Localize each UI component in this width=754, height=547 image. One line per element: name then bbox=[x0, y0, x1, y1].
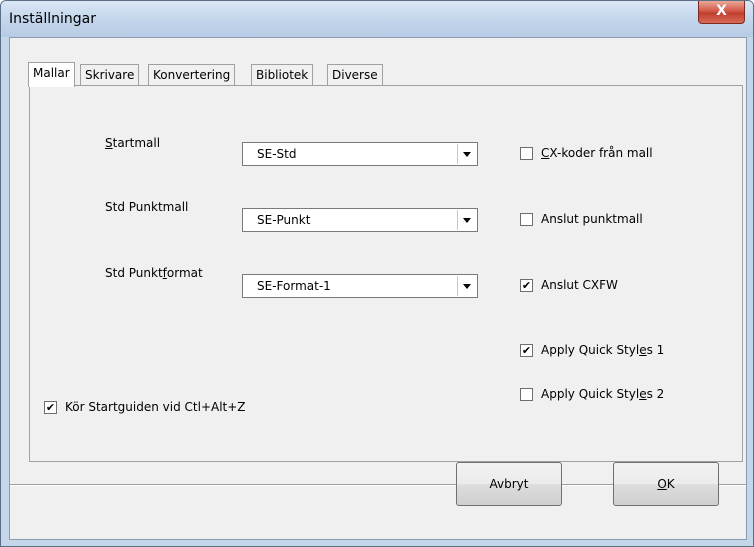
chevron-down-icon[interactable] bbox=[457, 276, 476, 296]
tab-label: Bibliotek bbox=[256, 68, 309, 82]
tab-panel-mallar: Startmall SE-Std CX-koder från mall Std … bbox=[29, 85, 743, 462]
punktmall-label: Std Punktmall bbox=[105, 200, 189, 214]
tab-label: Mallar bbox=[33, 66, 70, 80]
quick-styles-2-checkbox[interactable]: Apply Quick Styles 2 bbox=[520, 387, 664, 401]
startmall-value: SE-Std bbox=[257, 147, 297, 161]
checkbox-box[interactable] bbox=[520, 146, 533, 160]
tab-label: Skrivare bbox=[85, 68, 135, 82]
title-bar[interactable]: Inställningar X bbox=[1, 1, 753, 37]
ok-button[interactable]: OK bbox=[613, 462, 719, 506]
checkbox-box-checked[interactable]: ✔ bbox=[520, 343, 533, 357]
checkbox-box-checked[interactable]: ✔ bbox=[520, 278, 533, 292]
quick-styles-1-checkbox[interactable]: ✔ Apply Quick Styles 1 bbox=[520, 343, 664, 357]
punktformat-select[interactable]: SE-Format-1 bbox=[242, 274, 478, 298]
cancel-label: Avbryt bbox=[489, 477, 529, 491]
close-button[interactable]: X bbox=[698, 1, 745, 24]
tab-bibliotek[interactable]: Bibliotek bbox=[251, 64, 314, 85]
ok-label: OK bbox=[657, 477, 675, 491]
tab-label: Diverse bbox=[332, 68, 378, 82]
anslut-cxfw-checkbox[interactable]: ✔ Anslut CXFW bbox=[520, 278, 618, 292]
tab-diverse[interactable]: Diverse bbox=[327, 64, 383, 85]
dialog-body: Mallar Skrivare Konvertering Bibliotek D… bbox=[9, 37, 747, 540]
startguiden-checkbox[interactable]: ✔ Kör Startguiden vid Ctl+Alt+Z bbox=[44, 400, 246, 414]
punktmall-value: SE-Punkt bbox=[257, 213, 311, 227]
punktformat-label: Std Punktformat bbox=[105, 266, 203, 280]
anslut-punktmall-checkbox[interactable]: Anslut punktmall bbox=[520, 212, 643, 226]
anslut-cxfw-label: Anslut CXFW bbox=[541, 278, 618, 292]
close-icon: X bbox=[716, 3, 727, 19]
settings-dialog: Inställningar X Mallar Skrivare Konverte… bbox=[0, 0, 754, 547]
cx-koder-checkbox[interactable]: CX-koder från mall bbox=[520, 146, 653, 160]
punktmall-select[interactable]: SE-Punkt bbox=[242, 208, 478, 232]
startmall-select[interactable]: SE-Std bbox=[242, 142, 478, 166]
checkbox-box[interactable] bbox=[520, 387, 533, 401]
chevron-down-icon[interactable] bbox=[457, 210, 476, 230]
startmall-label: Startmall bbox=[105, 136, 161, 150]
quick-styles-1-label: Apply Quick Styles 1 bbox=[541, 343, 665, 357]
anslut-punktmall-label: Anslut punktmall bbox=[541, 212, 643, 226]
tab-mallar[interactable]: Mallar bbox=[28, 62, 75, 87]
cancel-button[interactable]: Avbryt bbox=[456, 462, 562, 506]
cx-koder-label: CX-koder från mall bbox=[541, 146, 653, 160]
window-title: Inställningar bbox=[9, 11, 97, 27]
chevron-down-icon[interactable] bbox=[457, 144, 476, 164]
tab-konvertering[interactable]: Konvertering bbox=[148, 64, 236, 85]
checkbox-box[interactable] bbox=[520, 212, 533, 226]
punktformat-value: SE-Format-1 bbox=[257, 279, 331, 293]
checkbox-box-checked[interactable]: ✔ bbox=[44, 400, 57, 414]
startguiden-label: Kör Startguiden vid Ctl+Alt+Z bbox=[65, 400, 246, 414]
tab-skrivare[interactable]: Skrivare bbox=[80, 64, 140, 85]
tab-label: Konvertering bbox=[153, 68, 231, 82]
quick-styles-2-label: Apply Quick Styles 2 bbox=[541, 387, 665, 401]
